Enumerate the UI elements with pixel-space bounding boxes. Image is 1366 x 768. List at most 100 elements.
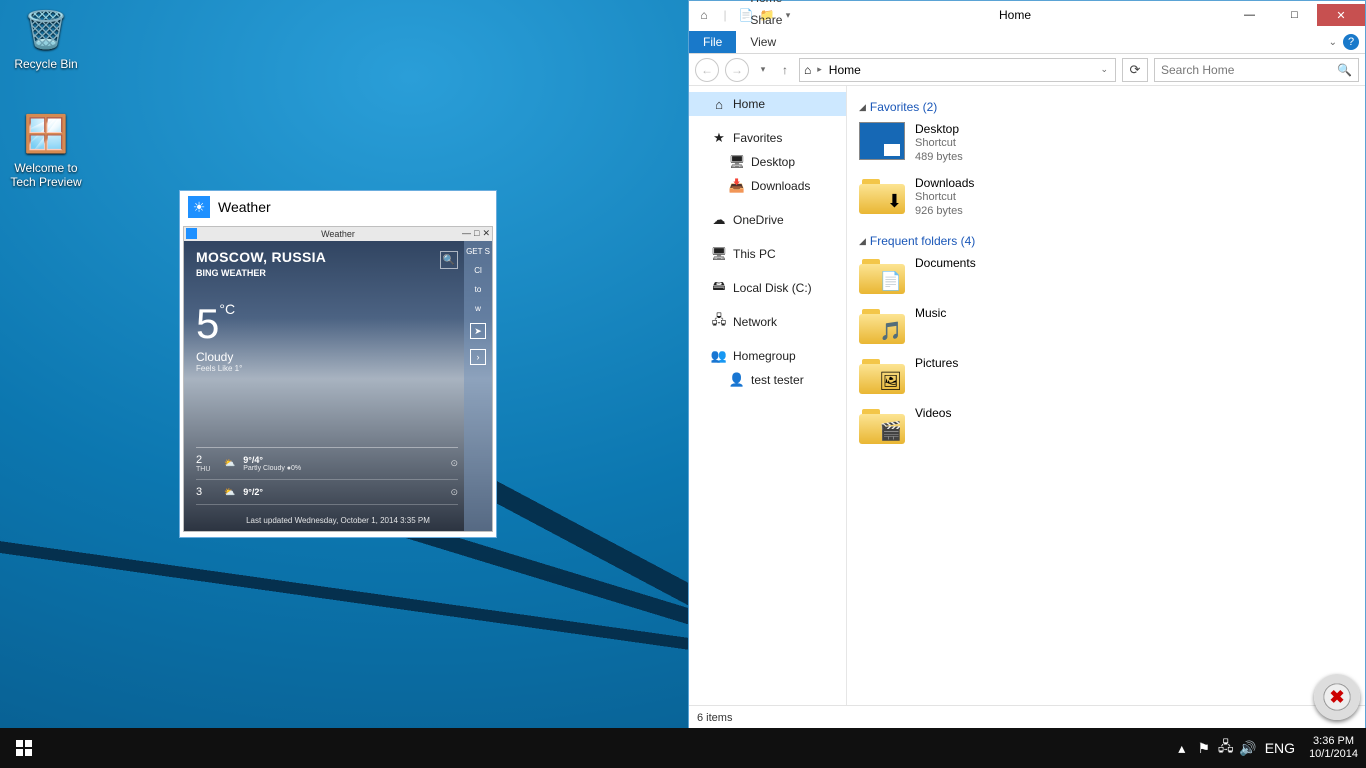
item-meta: Documents xyxy=(915,256,976,270)
weather-icon: ☀ xyxy=(188,196,210,218)
item-meta: Music xyxy=(915,306,946,320)
close-button[interactable]: ✕ xyxy=(1317,4,1365,26)
nav-recent-button[interactable]: ▾ xyxy=(755,58,771,82)
desktop-icon-recycle-bin[interactable]: 🗑️Recycle Bin xyxy=(8,6,84,71)
search-icon: 🔍 xyxy=(1337,63,1352,77)
item-meta: Pictures xyxy=(915,356,958,370)
navpane-desktop[interactable]: 🖥 Desktop xyxy=(689,150,846,174)
network-label: Network xyxy=(733,315,777,329)
testtester-label: test tester xyxy=(751,373,804,387)
weather-thumbnail[interactable]: Weather —□✕ MOSCOW, RUSSIA BING WEATHER … xyxy=(183,226,493,532)
qat-home-icon[interactable]: ⌂ xyxy=(695,6,713,24)
ribbon-tab-home[interactable]: Home xyxy=(736,0,796,9)
status-bar: 6 items xyxy=(689,705,1365,729)
weather-condition: Cloudy xyxy=(196,350,480,364)
item-meta: DownloadsShortcut926 bytes xyxy=(915,176,974,218)
item-videos[interactable]: 🎬 Videos xyxy=(859,406,1099,444)
status-item-count: 6 items xyxy=(697,712,732,724)
onedrive-label: OneDrive xyxy=(733,213,784,227)
favorites-icon: ★ xyxy=(711,130,727,146)
watermark-disc: ✖ xyxy=(1314,674,1360,720)
localdisk-label: Local Disk (C:) xyxy=(733,281,812,295)
music-folder-icon: 🎵 xyxy=(859,306,905,344)
ribbon-expand-icon[interactable]: ⌄ xyxy=(1329,37,1337,48)
navpane-localdisk[interactable]: 🖴 Local Disk (C:) xyxy=(689,276,846,300)
navpane-homegroup[interactable]: 👥Homegroup xyxy=(689,344,846,368)
weather-forecast: 2THU⛅9°/4°Partly Cloudy ●0%⊙3⛅9°/2° ⊙ xyxy=(196,447,458,505)
help-icon[interactable]: ? xyxy=(1343,34,1359,50)
content-pane[interactable]: ◢ Favorites (2) DesktopShortcut489 bytes ⬇… xyxy=(847,86,1365,705)
explorer-title: Home xyxy=(803,8,1227,22)
forecast-row: 2THU⛅9°/4°Partly Cloudy ●0%⊙ xyxy=(196,448,458,480)
weather-temp: 5°C xyxy=(196,300,480,348)
navpane-home[interactable]: ⌂Home xyxy=(689,92,846,116)
weather-search-icon: 🔍 xyxy=(440,251,458,269)
maximize-button[interactable]: □ xyxy=(1272,4,1317,26)
ribbon-tab-share[interactable]: Share xyxy=(736,9,796,31)
favorites-label: Favorites xyxy=(733,131,782,145)
item-meta: Videos xyxy=(915,406,951,420)
ribbon-tabs: File HomeShareView ⌄ ? xyxy=(689,29,1365,54)
navpane-downloads[interactable]: 📥Downloads xyxy=(689,174,846,198)
item-documents[interactable]: 📄 Documents xyxy=(859,256,1099,294)
home-label: Home xyxy=(733,97,765,111)
ribbon-tab-view[interactable]: View xyxy=(736,31,796,53)
ribbon-file-tab[interactable]: File xyxy=(689,31,736,53)
address-box[interactable]: ⌂▸ Home ⌄ xyxy=(799,58,1116,82)
weather-inner-winbtns: —□✕ xyxy=(462,228,490,239)
desktop-icon: 🖥 xyxy=(729,154,745,170)
item-pictures[interactable]: 🖼 Pictures xyxy=(859,356,1099,394)
desktop-icon-tech-preview[interactable]: 🪟Welcome to Tech Preview xyxy=(8,110,84,189)
navpane-testtester[interactable]: 👤test tester xyxy=(689,368,846,392)
tray-clock[interactable]: 3:36 PM 10/1/2014 xyxy=(1301,735,1366,761)
localdisk-icon: 🖴 xyxy=(711,280,727,296)
item-desktop[interactable]: DesktopShortcut489 bytes xyxy=(859,122,1099,164)
breadcrumb-home[interactable]: Home xyxy=(829,63,861,77)
tech-preview-label: Welcome to Tech Preview xyxy=(8,161,84,189)
minimize-button[interactable]: — xyxy=(1227,4,1272,26)
weather-inner-icon xyxy=(186,228,197,239)
pictures-folder-icon: 🖼 xyxy=(859,356,905,394)
nav-forward-button[interactable]: → xyxy=(725,58,749,82)
start-button[interactable] xyxy=(0,728,48,768)
thispc-icon: 🖥 xyxy=(711,246,727,262)
navpane-network[interactable]: 🖧 Network xyxy=(689,310,846,334)
navigation-pane[interactable]: ⌂Home ★ Favorites 🖥 Desktop 📥Downloads ☁ OneDri… xyxy=(689,86,847,705)
desktop-label: Desktop xyxy=(751,155,795,169)
item-music[interactable]: 🎵 Music xyxy=(859,306,1099,344)
weather-provider: BING WEATHER xyxy=(196,268,480,278)
nav-up-button[interactable]: ↑ xyxy=(777,58,793,82)
weather-inner-titlebar: Weather —□✕ xyxy=(184,227,492,241)
tray-flag-icon[interactable]: ⚑ xyxy=(1193,728,1215,768)
weather-side-panel: GET S Cl to w ➤ › xyxy=(464,241,492,531)
documents-folder-icon: 📄 xyxy=(859,256,905,294)
tray-network-icon[interactable]: 🖧 xyxy=(1215,728,1237,768)
system-tray[interactable]: ▴ ⚑ 🖧 🔊 ENG 3:36 PM 10/1/2014 xyxy=(1171,728,1366,768)
collapse-icon: ◢ xyxy=(859,236,866,247)
address-dropdown-icon[interactable]: ⌄ xyxy=(1097,64,1111,75)
item-downloads[interactable]: ⬇ DownloadsShortcut926 bytes xyxy=(859,176,1099,218)
tray-language[interactable]: ENG xyxy=(1259,728,1301,768)
onedrive-icon: ☁ xyxy=(711,212,727,228)
window-buttons: — □ ✕ xyxy=(1227,4,1365,26)
weather-title-text: Weather xyxy=(218,199,271,215)
address-home-icon: ⌂ xyxy=(804,63,811,77)
tray-volume-icon[interactable]: 🔊 xyxy=(1237,728,1259,768)
navpane-favorites[interactable]: ★ Favorites xyxy=(689,126,846,150)
videos-folder-icon: 🎬 xyxy=(859,406,905,444)
weather-preview-window[interactable]: ☀ Weather Weather —□✕ MOSCOW, RUSSIA BIN… xyxy=(179,190,497,538)
navpane-thispc[interactable]: 🖥This PC xyxy=(689,242,846,266)
address-bar: ← → ▾ ↑ ⌂▸ Home ⌄ ⟳ Search Home 🔍 xyxy=(689,54,1365,86)
taskbar[interactable]: 🔍e📁🛍☀ ▴ ⚑ 🖧 🔊 ENG 3:36 PM 10/1/2014 xyxy=(0,728,1366,768)
group-header[interactable]: ◢ Frequent folders (4) xyxy=(859,234,1353,248)
navpane-onedrive[interactable]: ☁ OneDrive xyxy=(689,208,846,232)
refresh-button[interactable]: ⟳ xyxy=(1122,58,1148,82)
downloads-folder-icon: ⬇ xyxy=(859,176,905,214)
weather-location: MOSCOW, RUSSIA xyxy=(196,249,480,265)
search-box[interactable]: Search Home 🔍 xyxy=(1154,58,1359,82)
group-header[interactable]: ◢ Favorites (2) xyxy=(859,100,1353,114)
network-icon: 🖧 xyxy=(711,314,727,330)
nav-back-button[interactable]: ← xyxy=(695,58,719,82)
tray-overflow-icon[interactable]: ▴ xyxy=(1171,728,1193,768)
explorer-window[interactable]: ⌂ | 📄 📁 ▾ Home — □ ✕ File HomeShareView … xyxy=(688,0,1366,730)
